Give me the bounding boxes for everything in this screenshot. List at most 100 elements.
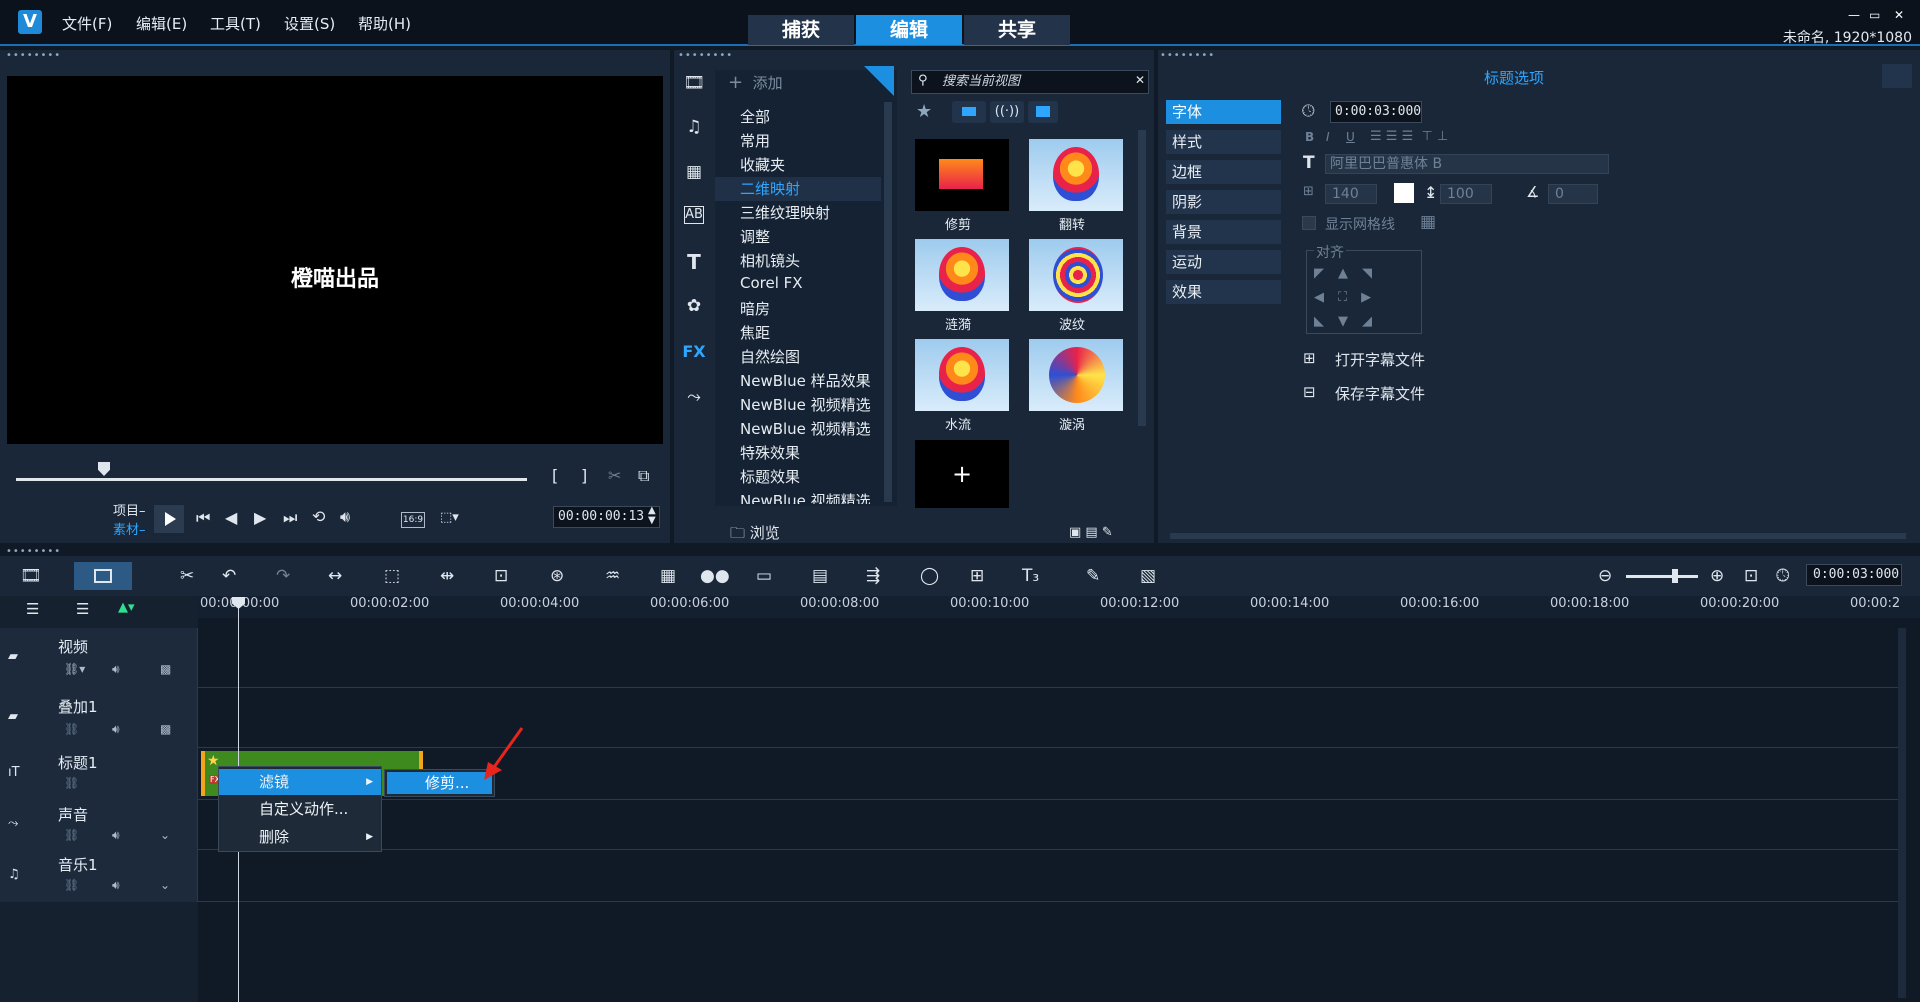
filter-thumbnail[interactable]: 漩涡	[1015, 333, 1129, 433]
category-item[interactable]: 全部	[740, 106, 770, 127]
font-size-input[interactable]: 140	[1325, 184, 1377, 204]
category-item[interactable]: 常用	[740, 130, 770, 151]
show-grid-checkbox[interactable]	[1302, 216, 1316, 230]
fx-filter-icon[interactable]: FX	[681, 339, 707, 365]
graphic-ab-icon[interactable]: AB	[684, 206, 704, 224]
link-icon[interactable]: ⛓	[64, 722, 79, 736]
library-grip[interactable]: ••••••••	[678, 51, 733, 61]
bold-button[interactable]: B	[1305, 130, 1314, 144]
timeline-view-button[interactable]	[74, 562, 132, 590]
timeline-vscrollbar[interactable]	[1898, 628, 1906, 998]
tab-edit[interactable]: 编辑	[856, 15, 962, 45]
category-item[interactable]: Corel FX	[740, 274, 803, 292]
graphics-icon[interactable]: ✿	[681, 293, 707, 319]
menu-tools[interactable]: 工具(T)	[210, 13, 261, 34]
mute-icon[interactable]: 🔊︎	[112, 662, 120, 677]
multicam-icon[interactable]: ●●	[700, 566, 730, 586]
track-manager-icon[interactable]: ⊡	[494, 566, 508, 586]
options-scroll-button[interactable]	[1882, 64, 1912, 88]
line-spacing-input[interactable]: 100	[1440, 184, 1492, 204]
category-item[interactable]: 调整	[740, 226, 770, 247]
close-icon[interactable]: ✕	[1894, 8, 1904, 22]
repeat-icon[interactable]: ⟲	[312, 507, 325, 526]
tab-font[interactable]: 字体	[1166, 100, 1281, 124]
add-filter-button[interactable]: +	[915, 440, 1009, 508]
filter-thumbnail[interactable]: 翻转	[1015, 133, 1129, 233]
split-screen-icon[interactable]: ▤	[812, 566, 828, 586]
alignment-grid-icons[interactable]: ◤▲◥ ◀⛶▶ ◣▼◢	[1314, 262, 1386, 334]
title-3d-icon[interactable]: T₃	[1022, 566, 1039, 586]
zoom-slider[interactable]	[1626, 575, 1698, 578]
add-track-icon[interactable]: ▲▾	[118, 600, 135, 615]
media-icon[interactable]: 🎞︎	[681, 70, 707, 96]
zoom-out-icon[interactable]: ⊖	[1598, 566, 1612, 586]
category-item[interactable]: 标题效果	[740, 466, 800, 487]
title-track-icon[interactable]: ıT	[8, 765, 20, 780]
menu-file[interactable]: 文件(F)	[62, 13, 112, 34]
filter-thumbnail[interactable]: 水流	[901, 333, 1015, 433]
browse-button[interactable]: 🗀︎ 浏览	[730, 522, 780, 548]
tools-icon[interactable]: ✂	[180, 566, 194, 586]
tab-style[interactable]: 样式	[1166, 130, 1281, 154]
storyboard-view-icon[interactable]: 🎞︎	[20, 566, 42, 586]
redo-icon[interactable]: ↷	[276, 566, 290, 586]
fit-timeline-icon[interactable]: ↔	[328, 566, 342, 586]
tab-shadow[interactable]: 阴影	[1166, 190, 1281, 214]
enlarge-preview-icon[interactable]: ⧉	[638, 466, 649, 486]
prev-frame-icon[interactable]: ◀	[225, 508, 237, 527]
video-track-icon[interactable]: ▰	[8, 649, 18, 664]
category-item[interactable]: 相机镜头	[740, 250, 800, 271]
painting-creator-icon[interactable]: ✎	[1086, 566, 1100, 586]
category-item[interactable]: 三维纹理映射	[740, 202, 830, 223]
category-item[interactable]: NewBlue 视频精选	[740, 490, 871, 504]
menu-item-delete[interactable]: 删除 ▶	[219, 824, 381, 850]
expand-chevron-icon[interactable]: ⌄	[160, 878, 170, 892]
maximize-icon[interactable]: ▭	[1869, 8, 1880, 22]
thumb-scrollbar[interactable]	[1138, 130, 1146, 426]
expand-chevron-icon[interactable]: ⌄	[160, 828, 170, 842]
fit-project-icon[interactable]: ⊡	[1744, 566, 1758, 586]
mode-clip[interactable]: 素材–	[113, 519, 146, 538]
tab-border[interactable]: 边框	[1166, 160, 1281, 184]
text-align-icons[interactable]: ☰ ☰ ☰ ⊤ ⊥	[1370, 129, 1448, 144]
aspect-ratio-button[interactable]: 16:9	[401, 512, 425, 528]
filter-thumbnail[interactable]: 修剪	[901, 133, 1015, 233]
ripple-icon[interactable]: ▩	[160, 722, 171, 736]
menu-item-custom-motion[interactable]: 自定义动作...	[219, 796, 381, 822]
link-icon[interactable]: ⛓	[64, 828, 79, 842]
add-folder-button[interactable]: + 添加	[728, 72, 783, 93]
overlay-track-icon[interactable]: ▰	[8, 709, 18, 724]
pan-zoom-icon[interactable]: ⊞	[970, 566, 984, 586]
ripple-icon[interactable]: ▩	[160, 662, 171, 676]
tab-capture[interactable]: 捕获	[748, 15, 854, 45]
scrub-bar[interactable]	[16, 478, 527, 481]
track-row-video[interactable]	[0, 628, 1898, 688]
track-sort-icon[interactable]: ☰	[76, 600, 89, 618]
font-select[interactable]: 阿里巴巴普惠体 B	[1325, 154, 1609, 174]
category-item-selected[interactable]: 二维映射	[740, 178, 800, 199]
mask-creator-icon[interactable]: ◯	[920, 566, 939, 586]
video-effects-icon[interactable]: ▧	[1140, 566, 1156, 586]
filter-thumbnail[interactable]: 波纹	[1015, 233, 1129, 333]
title-t-icon[interactable]: T	[681, 249, 707, 275]
favorite-star-icon[interactable]: ★	[916, 101, 932, 122]
time-remap-icon[interactable]: ⇶	[866, 566, 880, 586]
go-end-icon[interactable]: ⏭	[283, 508, 297, 528]
zoom-in-icon[interactable]: ⊕	[1710, 566, 1724, 586]
smart-proxy-icon[interactable]: ⬚	[384, 566, 400, 586]
mute-icon[interactable]: 🔊︎	[112, 722, 120, 737]
font-color-swatch[interactable]	[1394, 183, 1414, 203]
category-scrollbar[interactable]	[884, 102, 892, 502]
music-track-icon[interactable]: ♫	[8, 867, 20, 882]
motion-tracking-icon[interactable]: ▦	[660, 566, 676, 586]
search-input[interactable]: 搜索当前视图	[911, 70, 1149, 94]
category-item[interactable]: NewBlue 样品效果	[740, 370, 871, 391]
video-filter-toggle[interactable]	[952, 101, 986, 123]
options-grip[interactable]: ••••••••	[1160, 51, 1215, 61]
timecode-spinner-icon[interactable]: ▲ ▼	[648, 506, 656, 526]
instant-project-icon[interactable]: ♫	[681, 114, 707, 140]
tab-background[interactable]: 背景	[1166, 220, 1281, 244]
panel-grip[interactable]: ••••••••	[6, 51, 61, 61]
path-icon[interactable]: ⤳	[681, 384, 707, 410]
save-subtitle-button[interactable]: 保存字幕文件	[1335, 383, 1425, 404]
